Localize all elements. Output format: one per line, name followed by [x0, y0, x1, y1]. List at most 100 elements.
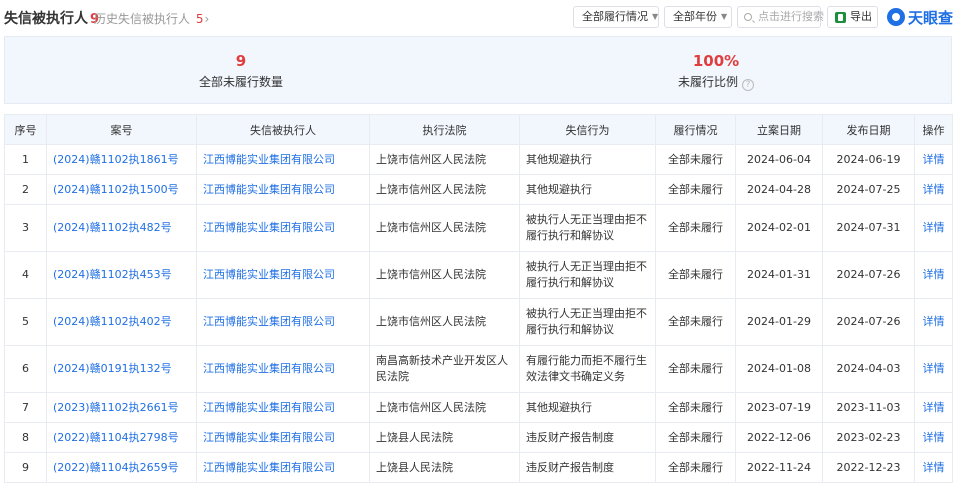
cell-detail-link[interactable]: 详情 — [914, 144, 953, 175]
cell-filed: 2024-04-28 — [735, 174, 823, 205]
cell-court: 上饶市信州区人民法院 — [369, 251, 520, 299]
cell-published: 2022-12-23 — [822, 452, 915, 483]
cell-party-link[interactable]: 江西博能实业集团有限公司 — [196, 174, 370, 205]
cell-party-link[interactable]: 江西博能实业集团有限公司 — [196, 298, 370, 346]
table-row: 8 (2022)赣1104执2798号 江西博能实业集团有限公司 上饶县人民法院… — [4, 422, 953, 453]
cell-court: 南昌高新技术产业开发区人民法院 — [369, 345, 520, 393]
cell-behavior: 被执行人无正当理由拒不履行执行和解协议 — [519, 251, 656, 299]
cell-published: 2024-06-19 — [822, 144, 915, 175]
cell-no: 4 — [4, 251, 47, 299]
cell-case-link[interactable]: (2024)赣1102执1500号 — [46, 174, 197, 205]
year-filter-label: 全部年份 — [673, 10, 717, 23]
table-row: 5 (2024)赣1102执402号 江西博能实业集团有限公司 上饶市信州区人民… — [4, 298, 953, 346]
cell-published: 2024-07-25 — [822, 174, 915, 205]
cell-detail-link[interactable]: 详情 — [914, 298, 953, 346]
column-header-court: 执行法院 — [369, 114, 520, 145]
cell-filed: 2022-12-06 — [735, 422, 823, 453]
cell-party-link[interactable]: 江西博能实业集团有限公司 — [196, 392, 370, 423]
cell-no: 2 — [4, 174, 47, 205]
dishonest-executee-table: 序号 案号 失信被执行人 执行法院 失信行为 履行情况 立案日期 发布日期 操作… — [4, 114, 953, 483]
table-row: 2 (2024)赣1102执1500号 江西博能实业集团有限公司 上饶市信州区人… — [4, 174, 953, 205]
cell-filed: 2024-02-01 — [735, 204, 823, 252]
column-header-action: 操作 — [914, 114, 953, 145]
cell-detail-link[interactable]: 详情 — [914, 174, 953, 205]
cell-no: 9 — [4, 452, 47, 483]
cell-behavior: 被执行人无正当理由拒不履行执行和解协议 — [519, 204, 656, 252]
cell-party-link[interactable]: 江西博能实业集团有限公司 — [196, 452, 370, 483]
export-button[interactable]: 导出 — [827, 6, 878, 28]
cell-case-link[interactable]: (2024)赣1102执482号 — [46, 204, 197, 252]
cell-case-link[interactable]: (2024)赣1102执402号 — [46, 298, 197, 346]
cell-status: 全部未履行 — [655, 144, 736, 175]
logo-text: 天眼查 — [908, 8, 954, 27]
column-header-party: 失信被执行人 — [196, 114, 370, 145]
column-header-behavior: 失信行为 — [519, 114, 656, 145]
cell-case-link[interactable]: (2024)赣1102执453号 — [46, 251, 197, 299]
cell-case-link[interactable]: (2022)赣1104执2798号 — [46, 422, 197, 453]
column-header-no: 序号 — [4, 114, 47, 145]
cell-party-link[interactable]: 江西博能实业集团有限公司 — [196, 251, 370, 299]
cell-detail-link[interactable]: 详情 — [914, 452, 953, 483]
cell-behavior: 其他规避执行 — [519, 174, 656, 205]
cell-no: 5 — [4, 298, 47, 346]
cell-behavior: 其他规避执行 — [519, 144, 656, 175]
cell-behavior: 被执行人无正当理由拒不履行执行和解协议 — [519, 298, 656, 346]
column-header-case: 案号 — [46, 114, 197, 145]
cell-case-link[interactable]: (2022)赣1104执2659号 — [46, 452, 197, 483]
cell-party-link[interactable]: 江西博能实业集团有限公司 — [196, 422, 370, 453]
cell-party-link[interactable]: 江西博能实业集团有限公司 — [196, 144, 370, 175]
stat-unfulfilled-ratio-label-wrap: 未履行比例? — [566, 74, 866, 91]
section-header: 失信被执行人 9 历史失信被执行人 5› 全部履行情况 ▼ 全部年份 ▼ 点击进行搜索… — [0, 0, 960, 34]
tianyancha-logo: 天眼查 — [887, 6, 953, 28]
stat-unfulfilled-ratio-value: 100% — [692, 52, 740, 70]
cell-detail-link[interactable]: 详情 — [914, 204, 953, 252]
cell-filed: 2023-07-19 — [735, 392, 823, 423]
cell-status: 全部未履行 — [655, 298, 736, 346]
stat-unfulfilled-count-value: 9 — [235, 52, 247, 70]
cell-status: 全部未履行 — [655, 251, 736, 299]
cell-no: 3 — [4, 204, 47, 252]
table-row: 4 (2024)赣1102执453号 江西博能实业集团有限公司 上饶市信州区人民… — [4, 251, 953, 299]
performance-filter-dropdown[interactable]: 全部履行情况 ▼ — [573, 6, 659, 28]
cell-status: 全部未履行 — [655, 392, 736, 423]
table-row: 3 (2024)赣1102执482号 江西博能实业集团有限公司 上饶市信州区人民… — [4, 204, 953, 252]
cell-published: 2023-11-03 — [822, 392, 915, 423]
table-header-row: 序号 案号 失信被执行人 执行法院 失信行为 履行情况 立案日期 发布日期 操作 — [4, 114, 953, 145]
history-link-count: 5 — [195, 12, 204, 26]
cell-published: 2024-07-26 — [822, 298, 915, 346]
help-icon[interactable]: ? — [742, 79, 754, 91]
cell-court: 上饶县人民法院 — [369, 422, 520, 453]
search-placeholder: 点击进行搜索 — [758, 10, 824, 23]
logo-mark-icon — [887, 8, 905, 26]
cell-detail-link[interactable]: 详情 — [914, 422, 953, 453]
cell-court: 上饶市信州区人民法院 — [369, 144, 520, 175]
cell-published: 2023-02-23 — [822, 422, 915, 453]
cell-case-link[interactable]: (2024)赣0191执132号 — [46, 345, 197, 393]
cell-behavior: 违反财产报告制度 — [519, 452, 656, 483]
cell-published: 2024-04-03 — [822, 345, 915, 393]
column-header-status: 履行情况 — [655, 114, 736, 145]
cell-status: 全部未履行 — [655, 174, 736, 205]
table-row: 1 (2024)赣1102执1861号 江西博能实业集团有限公司 上饶市信州区人… — [4, 144, 953, 175]
history-link[interactable]: 历史失信被执行人 5› — [94, 10, 209, 27]
year-filter-dropdown[interactable]: 全部年份 ▼ — [664, 6, 732, 28]
cell-detail-link[interactable]: 详情 — [914, 345, 953, 393]
cell-status: 全部未履行 — [655, 345, 736, 393]
cell-case-link[interactable]: (2023)赣1102执2661号 — [46, 392, 197, 423]
cell-party-link[interactable]: 江西博能实业集团有限公司 — [196, 204, 370, 252]
cell-court: 上饶县人民法院 — [369, 452, 520, 483]
stat-unfulfilled-count: 9 全部未履行数量 — [91, 51, 391, 90]
cell-no: 6 — [4, 345, 47, 393]
page: 失信被执行人 9 历史失信被执行人 5› 全部履行情况 ▼ 全部年份 ▼ 点击进行搜索… — [0, 0, 960, 490]
table-row: 7 (2023)赣1102执2661号 江西博能实业集团有限公司 上饶市信州区人… — [4, 392, 953, 423]
cell-detail-link[interactable]: 详情 — [914, 392, 953, 423]
cell-party-link[interactable]: 江西博能实业集团有限公司 — [196, 345, 370, 393]
cell-filed: 2024-01-08 — [735, 345, 823, 393]
cell-status: 全部未履行 — [655, 204, 736, 252]
export-label: 导出 — [850, 10, 872, 23]
cell-case-link[interactable]: (2024)赣1102执1861号 — [46, 144, 197, 175]
search-input[interactable]: 点击进行搜索 — [737, 6, 824, 28]
cell-detail-link[interactable]: 详情 — [914, 251, 953, 299]
excel-icon — [835, 12, 846, 23]
cell-filed: 2022-11-24 — [735, 452, 823, 483]
